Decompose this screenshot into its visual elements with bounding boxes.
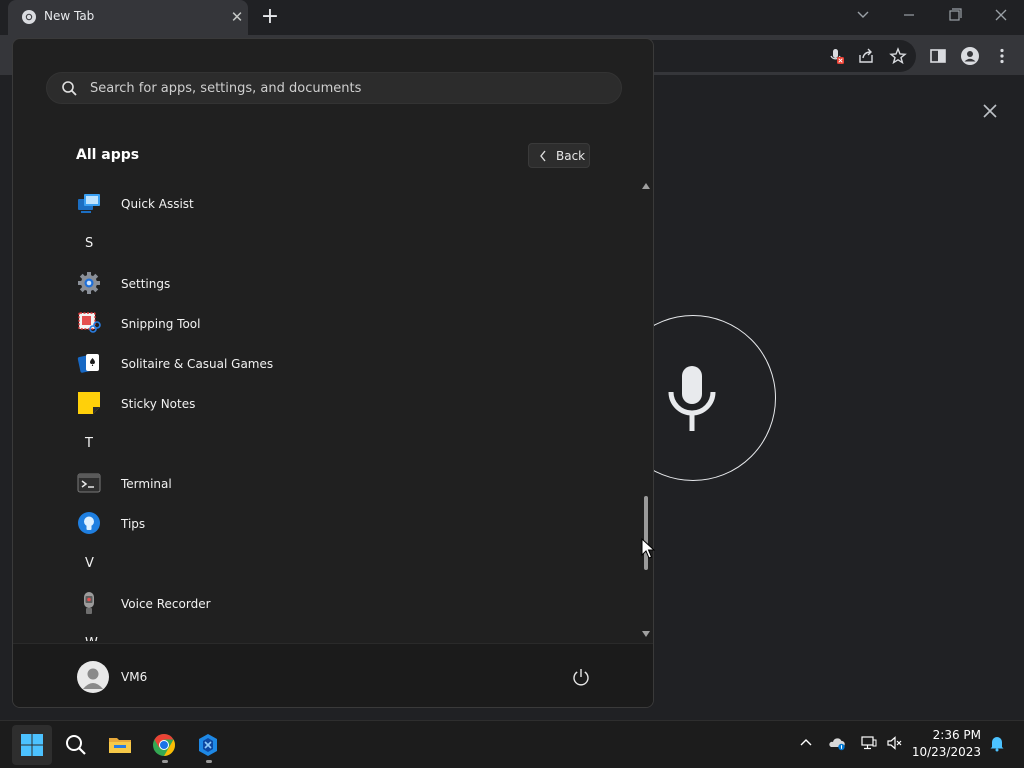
power-icon[interactable]: [571, 667, 591, 687]
mic-blocked-icon[interactable]: [826, 46, 846, 66]
app-item-settings[interactable]: Settings: [13, 263, 641, 303]
user-name: VM6: [121, 670, 148, 684]
scroll-up-arrow-icon[interactable]: [641, 182, 651, 190]
app-name: Sticky Notes: [121, 397, 196, 411]
chrome-taskbar-button[interactable]: [144, 725, 184, 765]
tab-strip: New Tab ✕ +: [0, 0, 1024, 35]
tab-new-tab[interactable]: New Tab ✕: [8, 0, 248, 35]
app-name: Voice Recorder: [121, 597, 211, 611]
start-button[interactable]: [12, 725, 52, 765]
quick-assist-icon: [78, 194, 100, 213]
profile-icon[interactable]: [960, 46, 980, 66]
app-item-terminal[interactable]: Terminal: [13, 463, 641, 503]
all-apps-list: Quick Assist S Settings Snipping Tool So…: [13, 181, 641, 641]
voice-search-close-icon[interactable]: [980, 101, 1000, 121]
start-footer: VM6: [13, 643, 653, 707]
letter-header-s[interactable]: S: [13, 223, 641, 263]
snipping-tool-icon: [78, 312, 101, 333]
search-placeholder: Search for apps, settings, and documents: [90, 81, 362, 96]
terminal-icon: [77, 473, 101, 493]
app-item-sticky-notes[interactable]: Sticky Notes: [13, 383, 641, 423]
letter-label: W: [85, 636, 98, 641]
tips-lightbulb-icon: [78, 512, 100, 534]
windows-logo-icon: [21, 734, 43, 756]
search-icon: [66, 735, 86, 755]
new-tab-button[interactable]: +: [258, 5, 282, 29]
app-item-tips[interactable]: Tips: [13, 503, 641, 543]
dev-app-running-indicator: [206, 760, 212, 763]
app-name: Quick Assist: [121, 197, 194, 211]
scroll-down-arrow-icon[interactable]: [641, 630, 651, 638]
file-explorer-button[interactable]: [100, 725, 140, 765]
folder-icon: [109, 738, 131, 753]
clock-time[interactable]: 2:36 PM: [917, 728, 981, 742]
start-search-box[interactable]: Search for apps, settings, and documents: [46, 72, 622, 104]
chrome-running-indicator: [162, 760, 168, 763]
microphone-icon: [668, 366, 716, 431]
restore-icon[interactable]: [940, 3, 970, 27]
dev-app-icon: [199, 734, 217, 756]
settings-gear-icon: [78, 272, 100, 294]
letter-label: V: [85, 556, 94, 571]
tab-close-icon[interactable]: ✕: [228, 8, 246, 26]
letter-header-w[interactable]: W: [13, 623, 641, 641]
tab-title: New Tab: [44, 9, 95, 23]
bookmark-star-icon[interactable]: [888, 46, 908, 66]
volume-muted-icon[interactable]: [886, 734, 904, 752]
mouse-cursor-icon: [641, 538, 655, 559]
network-icon[interactable]: [860, 734, 878, 752]
app-name: Snipping Tool: [121, 317, 201, 331]
share-icon[interactable]: [856, 46, 876, 66]
clock-date[interactable]: 10/23/2023: [903, 745, 981, 759]
app-item-voice-recorder[interactable]: Voice Recorder: [13, 583, 641, 623]
minimize-icon[interactable]: [894, 3, 924, 27]
letter-label: S: [85, 236, 94, 251]
solitaire-cards-icon: [77, 354, 99, 373]
window-close-icon[interactable]: [986, 3, 1016, 27]
letter-label: T: [85, 436, 93, 451]
taskbar-search-button[interactable]: [56, 725, 96, 765]
search-icon: [62, 81, 77, 96]
letter-header-t[interactable]: T: [13, 423, 641, 463]
letter-header-v[interactable]: V: [13, 543, 641, 583]
chevron-left-icon: [540, 150, 546, 162]
app-item-quick-assist[interactable]: Quick Assist: [13, 183, 641, 223]
voice-recorder-icon: [84, 592, 94, 614]
chrome-icon: [153, 734, 175, 756]
back-label: Back: [556, 149, 586, 163]
side-panel-icon[interactable]: [928, 46, 948, 66]
user-avatar-icon: [83, 668, 103, 689]
chevron-up-icon[interactable]: [797, 734, 815, 752]
user-avatar[interactable]: [77, 661, 109, 693]
dev-app-button[interactable]: [188, 725, 228, 765]
start-menu: Search for apps, settings, and documents…: [12, 38, 654, 708]
onedrive-icon[interactable]: [828, 734, 846, 752]
back-button[interactable]: Back: [528, 143, 590, 168]
app-item-solitaire[interactable]: Solitaire & Casual Games: [13, 343, 641, 383]
app-name: Solitaire & Casual Games: [121, 357, 274, 371]
sticky-notes-icon: [78, 392, 100, 414]
chrome-favicon-icon: [22, 10, 36, 24]
kebab-menu-icon[interactable]: [992, 46, 1012, 66]
notification-bell-icon[interactable]: [988, 734, 1006, 752]
app-name: Settings: [121, 277, 171, 291]
app-name: Tips: [121, 517, 146, 531]
tab-search-chevron-icon[interactable]: [848, 3, 878, 27]
app-name: Terminal: [121, 477, 172, 491]
app-item-snipping-tool[interactable]: Snipping Tool: [13, 303, 641, 343]
all-apps-title: All apps: [76, 147, 140, 163]
